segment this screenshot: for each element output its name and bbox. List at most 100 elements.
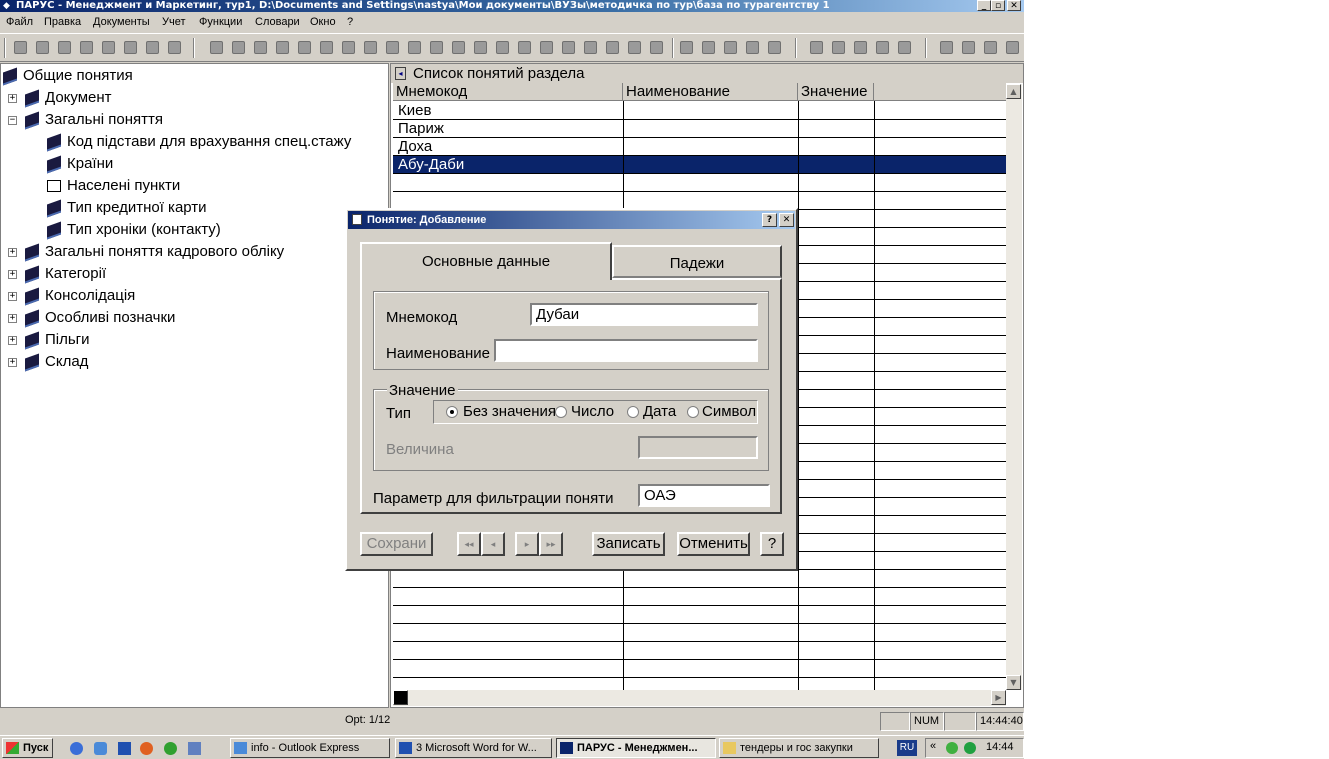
tree-item-special-marks[interactable]: Особливі позначки xyxy=(25,308,175,328)
scroll-up-icon[interactable]: ▲ xyxy=(1006,84,1021,99)
menu-file[interactable]: Файл xyxy=(6,16,33,28)
dialog-help-button[interactable]: ? xyxy=(762,213,777,227)
outlook-icon[interactable] xyxy=(94,742,107,755)
user-icon[interactable] xyxy=(876,41,889,54)
write-button[interactable]: Записать xyxy=(592,532,665,556)
tree-item-general-concepts[interactable]: Загальні поняття xyxy=(25,110,163,130)
table-row[interactable] xyxy=(393,660,1006,678)
copy-icon[interactable] xyxy=(36,41,49,54)
radio-number[interactable] xyxy=(555,406,567,418)
tree-item-benefits[interactable]: Пільги xyxy=(25,330,90,350)
menu-window[interactable]: Окно xyxy=(310,16,336,28)
task-word[interactable]: 3 Microsoft Word for W... xyxy=(395,738,552,758)
calculator-icon[interactable] xyxy=(810,41,823,54)
table-row[interactable] xyxy=(393,174,1006,192)
toolbar-icon[interactable] xyxy=(408,41,421,54)
toolbar-icon[interactable] xyxy=(298,41,311,54)
tree-root[interactable]: Общие понятия xyxy=(3,66,133,86)
exit-icon[interactable] xyxy=(898,41,911,54)
toolbar-icon[interactable] xyxy=(386,41,399,54)
toolbar-icon[interactable] xyxy=(724,41,737,54)
scroll-down-icon[interactable]: ▼ xyxy=(1006,675,1021,690)
radio-date-label[interactable]: Дата xyxy=(643,403,676,420)
print-icon[interactable] xyxy=(146,41,159,54)
first-record-button[interactable]: ◂◂ xyxy=(457,532,481,556)
mnemo-field[interactable]: Дубаи xyxy=(530,303,758,326)
toolbar-icon[interactable] xyxy=(232,41,245,54)
menu-documents[interactable]: Документы xyxy=(93,16,150,28)
toolbar-icon[interactable] xyxy=(254,41,267,54)
tree-item-warehouse[interactable]: Склад xyxy=(25,352,88,372)
tab-cases[interactable]: Падежи xyxy=(612,245,782,278)
name-field[interactable] xyxy=(494,339,758,362)
help-button[interactable]: ? xyxy=(760,532,784,556)
add-icon[interactable] xyxy=(14,41,27,54)
tree-item-countries[interactable]: Країни xyxy=(47,154,113,174)
table-row[interactable]: Абу-Даби xyxy=(393,156,1006,174)
toolbar-icon[interactable] xyxy=(452,41,465,54)
tree-item-special-service-code[interactable]: Код підстави для врахування спец.стажу xyxy=(47,132,351,152)
tree-item-consolidation[interactable]: Консолідація xyxy=(25,286,135,306)
toolbar-icon[interactable] xyxy=(940,41,953,54)
back-arrow-icon[interactable]: ◂ xyxy=(395,67,406,80)
start-button[interactable]: Пуск xyxy=(2,738,53,758)
column-header-code[interactable]: Мнемокод xyxy=(393,83,623,101)
toolbar-icon[interactable] xyxy=(562,41,575,54)
scroll-thumb[interactable] xyxy=(393,690,408,705)
tree-item-settlements[interactable]: Населені пункти xyxy=(47,177,180,195)
delete-icon[interactable] xyxy=(80,41,93,54)
toolbar-icon[interactable] xyxy=(1006,41,1019,54)
filter-field[interactable]: ОАЭ xyxy=(638,484,770,507)
find-icon[interactable] xyxy=(124,41,137,54)
table-row[interactable] xyxy=(393,624,1006,642)
toolbar-icon[interactable] xyxy=(210,41,223,54)
messenger-icon[interactable] xyxy=(946,742,958,754)
menu-dictionaries[interactable]: Словари xyxy=(255,16,300,28)
tab-main-data[interactable]: Основные данные xyxy=(360,242,612,280)
media-player-icon[interactable] xyxy=(164,742,177,755)
toolbar-icon[interactable] xyxy=(984,41,997,54)
ie-icon[interactable] xyxy=(70,742,83,755)
expand-toggle[interactable]: + xyxy=(8,270,17,279)
tray-expand-icon[interactable]: « xyxy=(930,740,936,752)
toolbar-icon[interactable] xyxy=(768,41,781,54)
folder-icon[interactable] xyxy=(854,41,867,54)
menu-help[interactable]: ? xyxy=(347,16,353,28)
prev-record-button[interactable]: ◂ xyxy=(481,532,505,556)
tree-item-categories[interactable]: Категорії xyxy=(25,264,106,284)
table-row[interactable]: Киев xyxy=(393,102,1006,120)
toolbar-icon[interactable] xyxy=(584,41,597,54)
tree-item-credit-card-type[interactable]: Тип кредитної карти xyxy=(47,198,207,218)
menu-edit[interactable]: Правка xyxy=(44,16,81,28)
minimize-button[interactable]: _ xyxy=(977,0,991,11)
save-button[interactable]: Сохрани xyxy=(360,532,433,556)
settings-icon[interactable] xyxy=(168,41,181,54)
task-outlook[interactable]: info - Outlook Express xyxy=(230,738,390,758)
toolbar-icon[interactable] xyxy=(342,41,355,54)
task-folder[interactable]: тендеры и гос закупки xyxy=(719,738,879,758)
toolbar-icon[interactable] xyxy=(364,41,377,54)
expand-toggle[interactable]: + xyxy=(8,94,17,103)
table-row[interactable] xyxy=(393,570,1006,588)
network-icon[interactable] xyxy=(964,742,976,754)
vertical-scrollbar[interactable]: ▲ ▼ xyxy=(1006,84,1022,690)
radio-date[interactable] xyxy=(627,406,639,418)
column-header-name[interactable]: Наименование xyxy=(623,83,798,101)
next-record-button[interactable]: ▸ xyxy=(515,532,539,556)
scroll-right-icon[interactable]: ▶ xyxy=(991,690,1006,705)
collapse-toggle[interactable]: − xyxy=(8,116,17,125)
table-row[interactable] xyxy=(393,642,1006,660)
tree-item-document[interactable]: Документ xyxy=(25,88,112,108)
tree-item-hr-concepts[interactable]: Загальні поняття кадрового обліку xyxy=(25,242,284,262)
edit-icon[interactable] xyxy=(58,41,71,54)
toolbar-icon[interactable] xyxy=(628,41,641,54)
toolbar-icon[interactable] xyxy=(702,41,715,54)
toolbar-icon[interactable] xyxy=(430,41,443,54)
toolbar-icon[interactable] xyxy=(746,41,759,54)
tree-item-chronicle-type[interactable]: Тип хроніки (контакту) xyxy=(47,220,221,240)
tools-icon[interactable] xyxy=(832,41,845,54)
toolbar-icon[interactable] xyxy=(680,41,693,54)
toolbar-icon[interactable] xyxy=(496,41,509,54)
expand-toggle[interactable]: + xyxy=(8,358,17,367)
radio-number-label[interactable]: Число xyxy=(571,403,614,420)
